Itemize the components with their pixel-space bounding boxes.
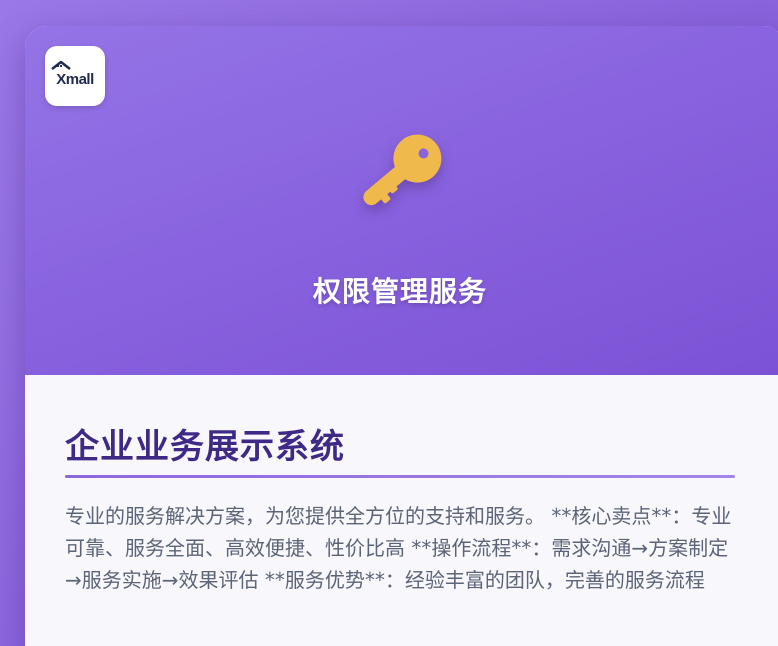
- hero-title: 权限管理服务: [312, 275, 487, 308]
- house-roof-icon: [51, 60, 71, 70]
- service-description: 专业的服务解决方案，为您提供全方位的支持和服务。 **核心卖点**：专业可靠、服…: [65, 504, 732, 592]
- section-title: 企业业务展示系统: [65, 427, 345, 467]
- brand-logo[interactable]: Xmall: [45, 46, 105, 106]
- service-card: Xmall 权限管理服务 企业业务展示系统 专业的服务解决方案，为您提供全方位的…: [25, 26, 778, 646]
- title-divider: [65, 475, 735, 478]
- hero-banner: Xmall 权限管理服务: [25, 26, 778, 375]
- content-section: 企业业务展示系统 专业的服务解决方案，为您提供全方位的支持和服务。 **核心卖点…: [25, 375, 778, 646]
- key-icon: [363, 134, 442, 206]
- brand-logo-text: Xmall: [56, 70, 94, 88]
